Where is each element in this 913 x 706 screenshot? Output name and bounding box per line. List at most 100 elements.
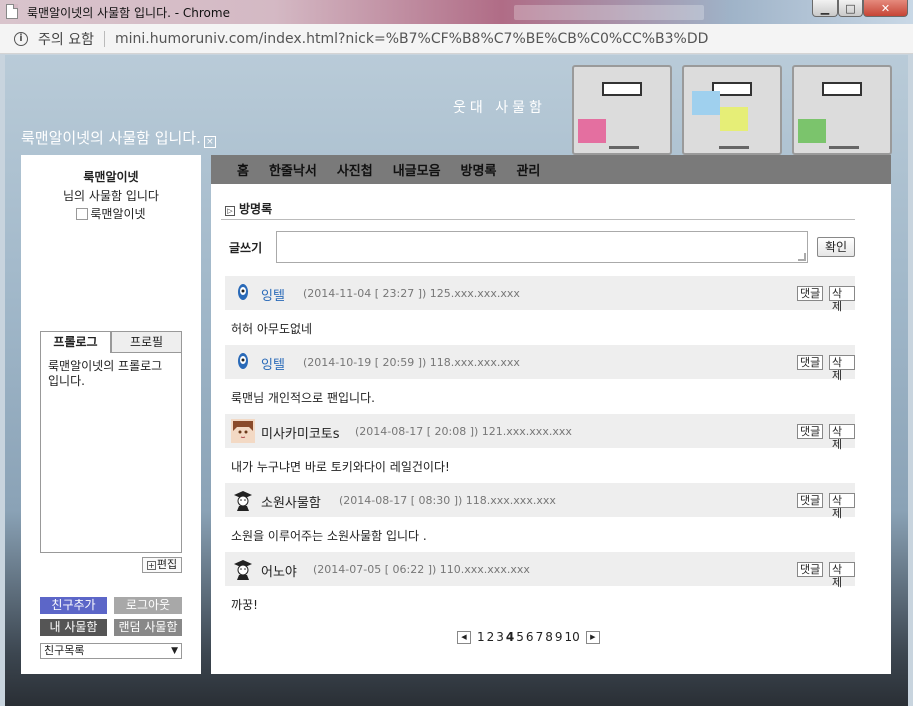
entry-header: 미사카미코토s (2014-08-17 [ 20:08 ]) 121.xxx.x… xyxy=(225,414,855,451)
page-link[interactable]: 8 xyxy=(545,630,553,644)
tab-prologue[interactable]: 프롤로그 xyxy=(40,331,111,353)
entry-nick[interactable]: 잉텔 xyxy=(261,354,285,373)
entry-nick[interactable]: 어노야 xyxy=(261,561,297,580)
tab-profile[interactable]: 프로필 xyxy=(111,331,182,353)
write-label: 글쓰기 xyxy=(229,241,263,255)
friend-list-select[interactable]: 친구목록 ▼ xyxy=(40,643,182,659)
owner-name: 룩맨알이넷 xyxy=(83,170,139,184)
entry-header: 소원사물함 (2014-08-17 [ 08:30 ]) 118.xxx.xxx… xyxy=(225,483,855,520)
reply-button[interactable]: 댓글 xyxy=(797,424,824,439)
my-locker-button[interactable]: 내 사물함 xyxy=(40,619,107,636)
entry-nick[interactable]: 소원사물함 xyxy=(261,492,321,511)
delete-button[interactable]: 삭제 xyxy=(829,286,855,313)
site-title: 룩맨알이넷의 사물함 입니다. × xyxy=(21,127,216,148)
delete-button[interactable]: 삭제 xyxy=(829,562,855,589)
page-link[interactable]: 2 xyxy=(487,630,495,644)
main-panel: 홈 한줄낙서 사진첩 내글모음 방명록 관리 ▷ 방명록 글쓰기 확인 잉텔 (2… xyxy=(211,155,891,674)
nav-one-line[interactable]: 한줄낙서 xyxy=(269,160,317,179)
arrow-box-icon: ▷ xyxy=(225,206,235,216)
entry-nick[interactable]: 잉텔 xyxy=(261,285,285,304)
reply-button[interactable]: 댓글 xyxy=(797,355,824,370)
page-link-current[interactable]: 4 xyxy=(506,630,514,644)
window-title: 룩맨알이넷의 사물함 입니다. - Chrome xyxy=(27,6,230,20)
owner-image-alt: 룩맨알이넷 xyxy=(90,207,146,221)
owner-image: 룩맨알이넷 xyxy=(21,205,201,222)
section-title-text: 방명록 xyxy=(239,202,273,216)
delete-button[interactable]: 삭제 xyxy=(829,424,855,451)
edit-button[interactable]: + 편집 xyxy=(142,557,182,573)
graduate-avatar xyxy=(234,491,252,511)
prev-page-button[interactable]: ◀ xyxy=(457,630,471,644)
friend-select-value: 친구목록 xyxy=(44,644,85,657)
plus-icon: + xyxy=(146,561,156,570)
page-link[interactable]: 6 xyxy=(526,630,534,644)
anime-girl-avatar xyxy=(231,419,255,443)
add-friend-button[interactable]: 친구추가 xyxy=(40,597,107,614)
random-locker-button[interactable]: 랜덤 사물함 xyxy=(114,619,182,636)
entry-meta: (2014-08-17 [ 08:30 ]) 118.xxx.xxx.xxx xyxy=(339,494,556,507)
entry-body: 내가 누구냐면 바로 토키와다이 레일건이다! xyxy=(231,460,450,474)
minimize-button[interactable]: ▁ xyxy=(812,0,838,17)
entry-meta: (2014-08-17 [ 20:08 ]) 121.xxx.xxx.xxx xyxy=(355,425,572,438)
guestbook-textarea[interactable] xyxy=(276,231,808,263)
security-label[interactable]: 주의 요함 xyxy=(38,29,94,49)
locker-illustrations xyxy=(572,65,892,155)
entry-meta: (2014-07-05 [ 06:22 ]) 110.xxx.xxx.xxx xyxy=(313,563,530,576)
reply-button[interactable]: 댓글 xyxy=(797,562,824,577)
sidebar: 룩맨알이넷 님의 사물함 입니다 룩맨알이넷 프롤로그 프로필 룩맨알이넷의 프… xyxy=(21,155,201,674)
close-button[interactable]: ✕ xyxy=(863,0,908,17)
delete-button[interactable]: 삭제 xyxy=(829,493,855,520)
entry-body: 까꿍! xyxy=(231,598,258,612)
url-text[interactable]: mini.humoruniv.com/index.html?nick=%B7%C… xyxy=(115,31,708,47)
dropdown-arrow-icon: ▼ xyxy=(171,646,178,656)
page-link[interactable]: 3 xyxy=(496,630,504,644)
profile-tabs: 프롤로그 프로필 xyxy=(40,331,182,353)
reply-button[interactable]: 댓글 xyxy=(797,493,824,508)
address-bar[interactable]: i 주의 요함 mini.humoruniv.com/index.html?ni… xyxy=(0,24,913,54)
blue-ghost-icon xyxy=(238,284,248,300)
nav-my-posts[interactable]: 내글모음 xyxy=(393,160,441,179)
info-icon[interactable]: i xyxy=(14,31,28,46)
section-divider xyxy=(221,219,855,220)
submit-button[interactable]: 확인 xyxy=(817,237,855,257)
pagination: ◀ 1 2 3 4 5 6 7 8 9 10 ▶ xyxy=(457,630,600,644)
broken-image-icon xyxy=(76,208,89,220)
window-titlebar: 룩맨알이넷의 사물함 입니다. - Chrome ▁ □ ✕ xyxy=(0,0,913,24)
page-link[interactable]: 5 xyxy=(516,630,524,644)
locker-image xyxy=(682,65,782,155)
entry-header: 어노야 (2014-07-05 [ 06:22 ]) 110.xxx.xxx.x… xyxy=(225,552,855,589)
resize-grip-icon[interactable] xyxy=(798,253,806,261)
prologue-text: 룩맨알이넷의 프롤로그 입니다. xyxy=(40,353,182,553)
page-link[interactable]: 9 xyxy=(555,630,563,644)
titlebar-blur xyxy=(514,5,704,20)
reply-button[interactable]: 댓글 xyxy=(797,286,824,301)
minimize-icon: ▁ xyxy=(820,1,830,15)
page-link[interactable]: 10 xyxy=(564,630,579,644)
graduate-avatar xyxy=(234,560,252,580)
nav-home[interactable]: 홈 xyxy=(237,160,249,179)
nav-guestbook[interactable]: 방명록 xyxy=(461,160,497,179)
nav-photos[interactable]: 사진첩 xyxy=(337,160,373,179)
owner-subtitle: 님의 사물함 입니다 xyxy=(63,189,159,203)
maximize-icon: □ xyxy=(845,1,856,15)
broken-image-icon: × xyxy=(203,136,216,148)
page-link[interactable]: 7 xyxy=(536,630,544,644)
logout-button[interactable]: 로그아웃 xyxy=(114,597,182,614)
entry-body: 룩맨님 개인적으로 팬입니다. xyxy=(231,391,375,405)
delete-button[interactable]: 삭제 xyxy=(829,355,855,382)
maximize-button[interactable]: □ xyxy=(838,0,863,17)
entry-header: 잉텔 (2014-11-04 [ 23:27 ]) 125.xxx.xxx.xx… xyxy=(225,276,855,313)
entry-body: 소원을 이루어주는 소원사물함 입니다 . xyxy=(231,529,427,543)
brand-text: 웃대 사물함 xyxy=(453,100,546,116)
entry-meta: (2014-11-04 [ 23:27 ]) 125.xxx.xxx.xxx xyxy=(303,287,520,300)
nav-manage[interactable]: 관리 xyxy=(516,160,540,179)
page-link[interactable]: 1 xyxy=(477,630,485,644)
main-nav: 홈 한줄낙서 사진첩 내글모음 방명록 관리 xyxy=(211,155,891,184)
close-icon: ✕ xyxy=(880,1,891,15)
blue-ghost-icon xyxy=(238,353,248,369)
address-divider xyxy=(103,30,105,47)
entry-body: 허허 아무도없네 xyxy=(231,322,313,336)
next-page-button[interactable]: ▶ xyxy=(585,630,600,644)
section-title: ▷ 방명록 xyxy=(225,200,272,217)
entry-nick[interactable]: 미사카미코토s xyxy=(261,423,340,442)
